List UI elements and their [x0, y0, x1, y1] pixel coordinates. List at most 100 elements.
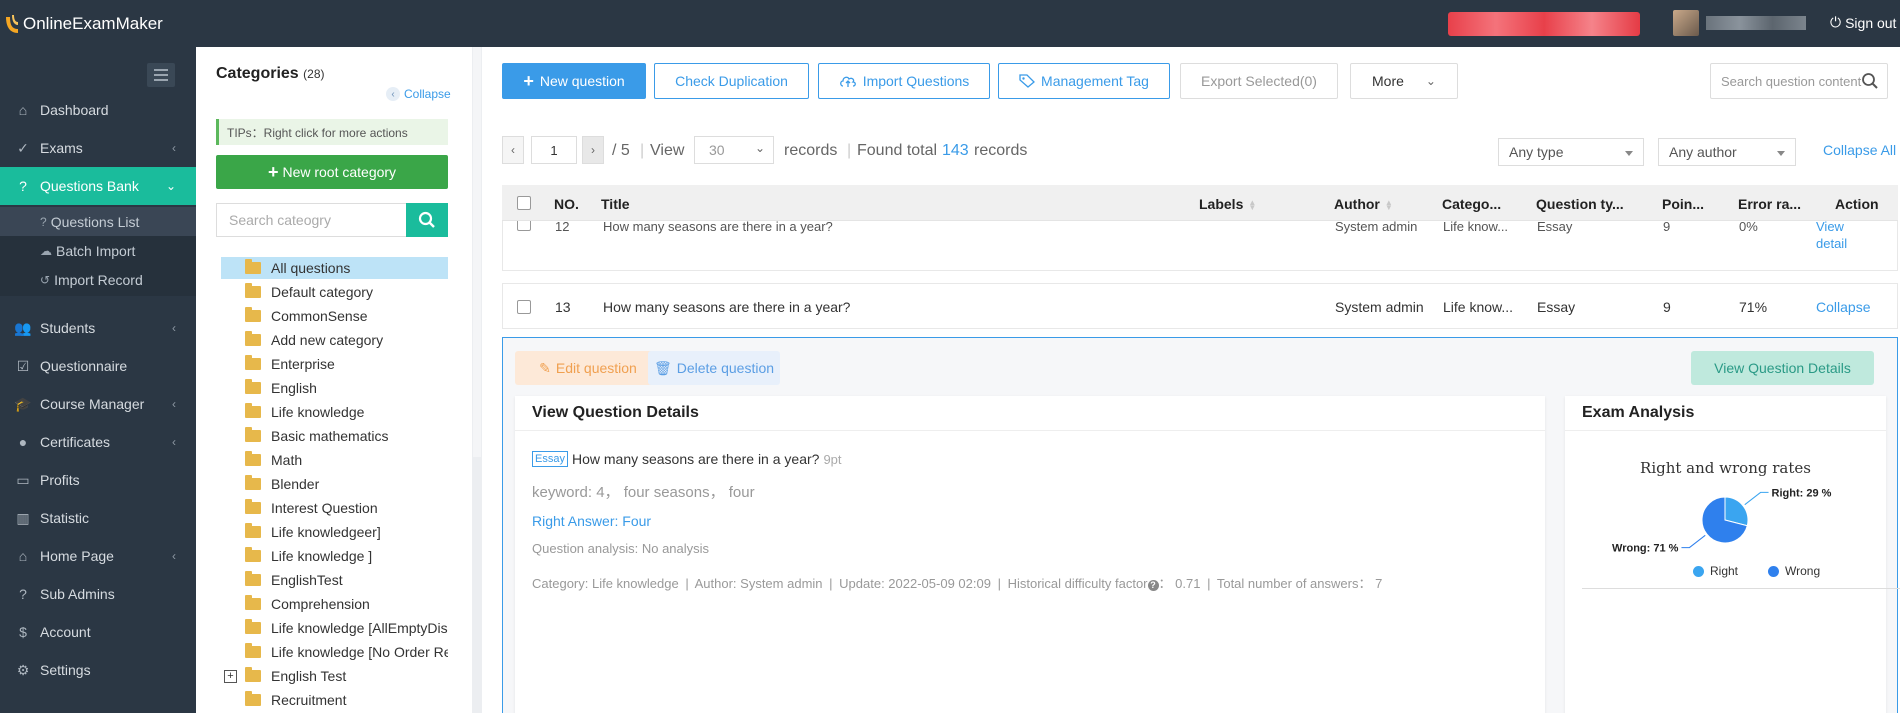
- menu-toggle-button[interactable]: [147, 63, 175, 87]
- sidebar-item-students[interactable]: 👥 Students ‹: [0, 309, 196, 347]
- category-label: English Test: [271, 668, 347, 684]
- category-item[interactable]: Interest Question: [221, 497, 448, 519]
- type-filter-dropdown[interactable]: Any type: [1498, 138, 1644, 166]
- category-item[interactable]: Life knowledge ]: [221, 545, 448, 567]
- redacted-username: [1706, 16, 1806, 30]
- sidebar-item-settings[interactable]: ⚙ Settings: [0, 651, 196, 689]
- category-item[interactable]: Recruitment: [221, 689, 448, 711]
- view-label: View: [650, 142, 685, 159]
- categories-count: (28): [303, 67, 325, 81]
- category-label: All questions: [271, 260, 351, 276]
- category-item[interactable]: Life knowledge [No Order Re: [221, 641, 448, 663]
- sidebar-item-label: Certificates: [40, 434, 111, 450]
- sidebar-item-profits[interactable]: ▭ Profits: [0, 461, 196, 499]
- view-detail-link[interactable]: View: [1816, 221, 1844, 234]
- expand-toggle-icon[interactable]: +: [224, 669, 237, 683]
- sidebar-item-course-manager[interactable]: 🎓 Course Manager ‹: [0, 385, 196, 423]
- categories-collapse-button[interactable]: ‹ Collapse: [386, 87, 451, 101]
- category-item[interactable]: English: [221, 377, 448, 399]
- import-questions-button[interactable]: Import Questions: [818, 63, 990, 99]
- check-duplication-button[interactable]: Check Duplication: [654, 63, 809, 99]
- sidebar-item-questionnaire[interactable]: ☑ Questionnaire: [0, 347, 196, 385]
- scrollbar-thumb[interactable]: [473, 47, 481, 457]
- category-item[interactable]: Blender: [221, 473, 448, 495]
- total-pages: / 5: [612, 142, 630, 159]
- category-item-all-questions[interactable]: All questions: [221, 257, 448, 279]
- question-text: How many seasons are there in a year?: [571, 451, 820, 467]
- type-filter-value: Any type: [1509, 144, 1564, 160]
- category-item[interactable]: Default category: [221, 281, 448, 303]
- pie-chart: Right: 29 % Wrong: 71 %: [1612, 487, 1832, 554]
- folder-icon: [245, 619, 261, 634]
- next-page-button[interactable]: ›: [582, 136, 604, 164]
- sidebar-item-statistic[interactable]: ▥ Statistic: [0, 499, 196, 537]
- logo[interactable]: OnlineExamMaker: [0, 0, 163, 47]
- sidebar-subitem-questions-list[interactable]: ? Questions List: [0, 207, 196, 236]
- sidebar-item-account[interactable]: $ Account: [0, 613, 196, 651]
- sidebar-item-sub-admins[interactable]: ? Sub Admins: [0, 575, 196, 613]
- category-item[interactable]: Life knowledge: [221, 401, 448, 423]
- category-item[interactable]: + English Test: [221, 665, 448, 687]
- row-type: Essay: [1537, 299, 1576, 315]
- records-label: records: [784, 142, 838, 159]
- card-title: View Question Details: [515, 396, 1545, 431]
- category-item[interactable]: Add new category: [221, 329, 448, 351]
- chart-title: Right and wrong rates: [1640, 459, 1811, 477]
- sidebar-subitem-batch-import[interactable]: ☁ Batch Import: [0, 236, 196, 265]
- select-all-checkbox[interactable]: [517, 196, 531, 210]
- legend-item-wrong[interactable]: Wrong: [1768, 564, 1820, 578]
- edit-icon: ✎: [539, 359, 551, 376]
- per-page-select[interactable]: 30 ⌄: [694, 136, 774, 164]
- category-item[interactable]: CommonSense: [221, 305, 448, 327]
- category-item[interactable]: EnglishTest: [221, 569, 448, 591]
- sign-out-button[interactable]: ⏻ Sign out: [1830, 14, 1896, 31]
- category-item[interactable]: Life knowledge [AllEmptyDisc: [221, 617, 448, 639]
- category-item[interactable]: Basic mathematics: [221, 425, 448, 447]
- collapse-row-link[interactable]: Collapse: [1816, 299, 1870, 315]
- avatar[interactable]: [1673, 10, 1699, 36]
- management-tag-button[interactable]: Management Tag: [998, 63, 1170, 99]
- view-question-details-button[interactable]: View Question Details: [1691, 351, 1874, 385]
- delete-question-button[interactable]: 🗑 Delete question: [648, 351, 780, 385]
- collapse-label: Collapse: [404, 87, 451, 101]
- question-search-input[interactable]: Search question content: [1710, 63, 1888, 99]
- sidebar-item-questions-bank[interactable]: ? Questions Bank ⌄: [0, 167, 196, 205]
- search-icon[interactable]: [1861, 72, 1879, 90]
- found-label: Found total: [857, 142, 938, 159]
- new-root-category-button[interactable]: + New root category: [216, 155, 448, 189]
- category-item[interactable]: Life knowledgeer]: [221, 521, 448, 543]
- edit-question-button[interactable]: ✎ Edit question: [515, 351, 661, 385]
- legend-item-right[interactable]: Right: [1693, 564, 1738, 578]
- category-item[interactable]: Enterprise: [221, 353, 448, 375]
- sidebar-item-exams[interactable]: ✓ Exams ‹: [0, 129, 196, 167]
- new-question-button[interactable]: + New question: [502, 63, 646, 99]
- category-search-button[interactable]: [406, 203, 448, 237]
- sidebar-item-certificates[interactable]: ● Certificates ‹: [0, 423, 196, 461]
- help-icon[interactable]: ?: [1147, 580, 1159, 591]
- category-label: Life knowledge: [271, 404, 365, 420]
- category-item[interactable]: Comprehension: [221, 593, 448, 615]
- col-action: Action: [1835, 196, 1879, 212]
- collapse-all-link[interactable]: Collapse All: [1823, 142, 1896, 158]
- records-suffix: records: [974, 142, 1028, 159]
- question-line: Essay How many seasons are there in a ye…: [532, 451, 842, 467]
- table-row[interactable]: 12 How many seasons are there in a year?…: [502, 221, 1898, 271]
- col-author[interactable]: Author ▲ ▼: [1334, 196, 1393, 212]
- sidebar-subitem-import-record[interactable]: ↺ Import Record: [0, 265, 196, 294]
- more-dropdown[interactable]: More ⌄: [1350, 63, 1458, 99]
- author-filter-dropdown[interactable]: Any author: [1658, 138, 1796, 166]
- col-labels[interactable]: Labels ▲ ▼: [1199, 196, 1256, 212]
- category-item[interactable]: Math: [221, 449, 448, 471]
- table-row[interactable]: 13 How many seasons are there in a year?…: [502, 283, 1898, 329]
- sidebar-item-label: Home Page: [40, 548, 114, 564]
- sidebar-item-home-page[interactable]: ⌂ Home Page ‹: [0, 537, 196, 575]
- row-checkbox[interactable]: [517, 221, 531, 231]
- view-detail-link-line2[interactable]: detail: [1816, 236, 1847, 251]
- category-search-input[interactable]: Search cateogry: [216, 203, 406, 237]
- panel-scrollbar[interactable]: [472, 47, 482, 713]
- export-selected-button[interactable]: Export Selected(0): [1180, 63, 1338, 99]
- row-checkbox[interactable]: [517, 300, 531, 314]
- prev-page-button[interactable]: ‹: [502, 136, 524, 164]
- sidebar-item-dashboard[interactable]: ⌂ Dashboard: [0, 91, 196, 129]
- page-number-input[interactable]: 1: [531, 136, 577, 164]
